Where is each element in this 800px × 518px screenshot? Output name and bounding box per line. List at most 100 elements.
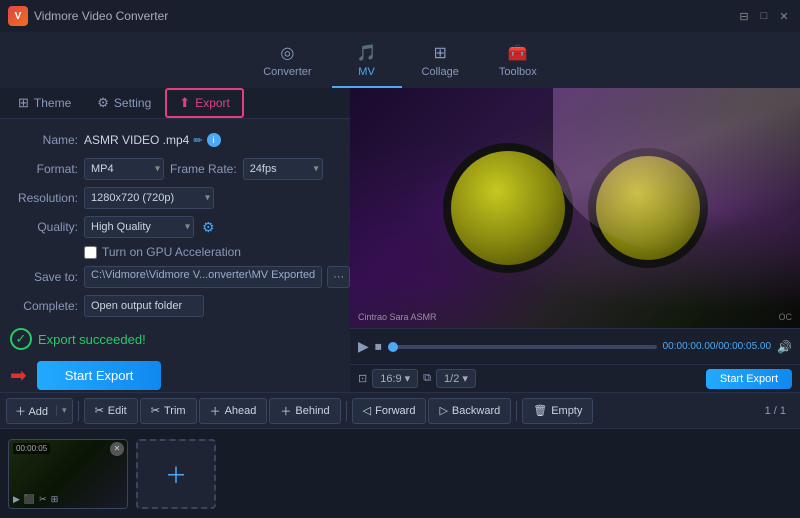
close-button[interactable]: ✕ [776,8,792,24]
left-panel: ⊞ Theme ⚙ Setting ⬆ Export Name: [0,88,350,392]
converter-icon: ◎ [280,43,294,63]
backward-button[interactable]: ▷ Backward [428,398,511,424]
form-area: Name: ASMR VIDEO .mp4 ✏ i Format: MP4 [0,119,350,392]
aspect-icon: ⊡ [358,372,367,385]
zoom-chevron-icon: ▾ [462,372,468,385]
start-export-button-right[interactable]: Start Export [706,369,792,389]
backward-label: Backward [452,405,500,417]
info-icon[interactable]: i [207,133,221,147]
tab-collage-label: Collage [422,66,459,78]
behind-button[interactable]: ＋ Behind [269,398,340,424]
start-export-button-left[interactable]: Start Export [37,361,162,390]
resolution-label: Resolution: [10,191,78,205]
forward-button[interactable]: ◁ Forward [352,398,427,424]
subtab-setting[interactable]: ⚙ Setting [85,90,163,116]
clip-time-badge: 00:00:05 [13,443,50,454]
maximize-button[interactable]: □ [756,8,772,24]
clip-close-button[interactable]: ✕ [110,442,124,456]
empty-button[interactable]: 🗑 Empty [522,398,593,424]
edit-icon: ✂ [95,404,104,417]
tab-converter-label: Converter [263,66,311,78]
tab-converter[interactable]: ◎ Converter [243,37,331,88]
video-background: Cintrao Sara ASMR OC [350,88,800,328]
theme-icon: ⊞ [18,95,29,111]
aspect-chevron-icon: ▾ [405,372,411,385]
tab-toolbox[interactable]: 🧰 Toolbox [479,37,557,88]
clip-controls: ▶ ⬛ ✂ ⊞ [13,494,58,505]
clip-play-icon[interactable]: ▶ [13,494,20,505]
time-display: 00:00:00.00/00:00:05.00 [663,341,771,352]
trim-button[interactable]: ✂ Trim [140,398,197,424]
aspect-ratio-value: 16:9 [380,373,401,385]
empty-label: Empty [551,405,582,417]
tab-collage[interactable]: ⊞ Collage [402,37,479,88]
separator-3 [516,401,517,421]
progress-dot [388,342,398,352]
minimize-button[interactable]: ⊟ [736,8,752,24]
trim-label: Trim [164,405,186,417]
clip-grid-icon[interactable]: ⊞ [51,494,59,505]
tab-mv[interactable]: 🎵 MV [332,37,402,88]
video-controls-row2: ⊡ 16:9 ▾ ⧉ 1/2 ▾ Start Export [350,364,800,392]
fps-select[interactable]: 24fps [243,158,323,180]
titlebar-left: V Vidmore Video Converter [8,6,168,26]
edit-icon[interactable]: ✏ [193,134,202,147]
volume-button[interactable]: 🔊 [777,340,792,354]
stop-button[interactable]: ⏹ [375,338,382,355]
forward-label: Forward [375,405,415,417]
subtab-export-label: Export [195,96,230,110]
complete-row: Complete: Open output folder [10,295,340,317]
add-button[interactable]: ＋ Add ▾ [6,398,73,424]
time-current: 00:00:00.00 [663,341,716,352]
edit-button[interactable]: ✂ Edit [84,398,138,424]
saveto-path: C:\Vidmore\Vidmore V...onverter\MV Expor… [84,266,322,288]
separator-1 [78,401,79,421]
quality-select[interactable]: High Quality [84,216,194,238]
add-label: Add [28,406,48,418]
app-window: V Vidmore Video Converter ⊟ □ ✕ ◎ Conver… [0,0,800,518]
bottom-toolbar: ＋ Add ▾ ✂ Edit ✂ Trim ＋ Ahead ＋ Behind ◁… [0,392,800,428]
resolution-select[interactable]: 1280x720 (720p) [84,187,214,209]
progress-bar[interactable] [388,345,657,349]
page-info: 1 / 1 [765,405,794,417]
clip-stop-icon[interactable]: ⬛ [24,494,35,505]
forward-icon: ◁ [363,404,371,417]
name-label: Name: [10,133,78,147]
fps-select-wrap: 24fps [243,158,323,180]
add-clip-button[interactable]: ＋ [136,439,216,509]
aspect-ratio-button[interactable]: 16:9 ▾ [372,369,418,388]
quality-select-wrap: High Quality [84,216,194,238]
video-watermark: Cintrao Sara ASMR [358,312,437,322]
clip-thumbnail: ✕ 00:00:05 ▶ ⬛ ✂ ⊞ [8,439,128,509]
main-tabbar: ◎ Converter 🎵 MV ⊞ Collage 🧰 Toolbox [0,32,800,88]
name-text: ASMR VIDEO .mp4 [84,133,189,147]
left-subtabs: ⊞ Theme ⚙ Setting ⬆ Export [0,88,350,119]
app-title: Vidmore Video Converter [34,9,168,23]
timeline: ✕ 00:00:05 ▶ ⬛ ✂ ⊞ ＋ [0,428,800,518]
video-preview: Cintrao Sara ASMR OC [350,88,800,328]
start-export-row: ➡ Start Export [10,357,340,390]
complete-select[interactable]: Open output folder [84,295,204,317]
gpu-label[interactable]: Turn on GPU Acceleration [102,245,241,259]
saveto-dots-button[interactable]: ··· [327,266,350,288]
trash-icon: 🗑 [533,404,547,417]
subtab-theme-label: Theme [34,96,71,110]
quality-gear-button[interactable]: ⚙ [200,219,217,236]
export-icon: ⬆ [179,95,190,111]
gpu-checkbox[interactable] [84,246,97,259]
success-checkmark-icon: ✓ [10,328,32,350]
subtab-theme[interactable]: ⊞ Theme [6,90,83,116]
arrow-icon: ➡ [10,363,27,388]
ahead-label: Ahead [225,405,257,417]
ahead-button[interactable]: ＋ Ahead [199,398,268,424]
clip-cut-icon[interactable]: ✂ [39,494,47,505]
quality-label: Quality: [10,220,78,234]
format-select[interactable]: MP4 [84,158,164,180]
add-dropdown-icon[interactable]: ▾ [56,405,72,416]
quality-row: Quality: High Quality ⚙ [10,216,340,238]
subtab-export[interactable]: ⬆ Export [165,88,244,118]
play-button[interactable]: ▶ [358,338,369,355]
zoom-ratio-button[interactable]: 1/2 ▾ [436,369,476,388]
collage-icon: ⊞ [433,43,446,63]
name-row: Name: ASMR VIDEO .mp4 ✏ i [10,129,340,151]
